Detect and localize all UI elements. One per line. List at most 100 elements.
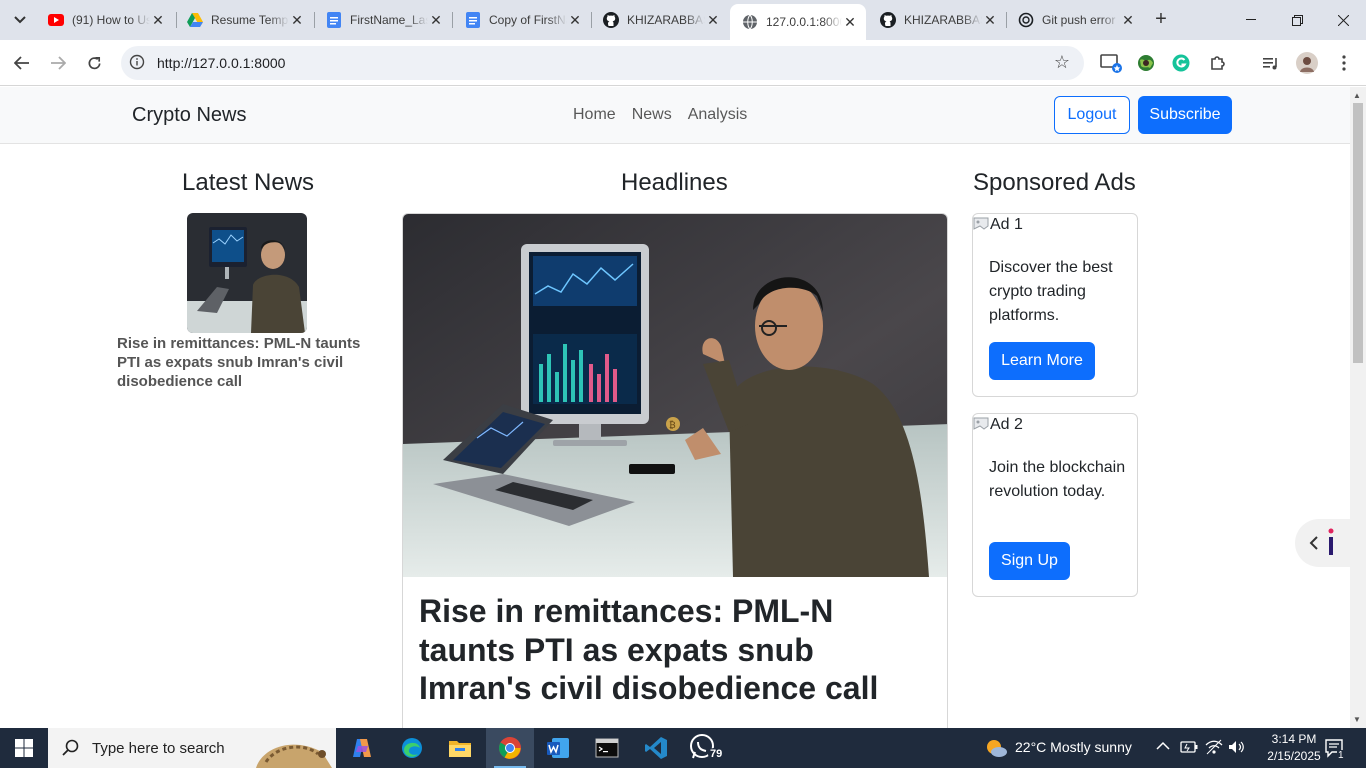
url-text[interactable]: http://127.0.0.1:8000 — [157, 55, 285, 71]
minimize-icon[interactable] — [1228, 0, 1274, 40]
search-highlight-image — [252, 728, 334, 768]
edge-icon[interactable] — [388, 728, 436, 768]
reload-icon[interactable] — [80, 49, 108, 77]
tab-close-icon[interactable]: ✕ — [1120, 12, 1136, 28]
ad-image-broken: Ad 1 — [973, 216, 1023, 234]
tab-close-icon[interactable]: ✕ — [428, 12, 444, 28]
taskbar-clock[interactable]: 3:14 PM 2/15/2025 — [1264, 731, 1324, 765]
taskbar-search-placeholder: Type here to search — [92, 739, 225, 757]
taskbar-search-box[interactable]: Type here to search — [48, 728, 336, 768]
restore-icon[interactable] — [1274, 0, 1320, 40]
terminal-icon[interactable] — [583, 728, 631, 768]
tab-title: (91) How to Use — [72, 13, 150, 27]
tab-close-icon[interactable]: ✕ — [289, 12, 305, 28]
globe-icon — [742, 14, 758, 30]
tab-title: FirstName_LastName — [350, 13, 428, 27]
tab-close-icon[interactable]: ✕ — [842, 14, 858, 30]
scroll-down-icon[interactable]: ▼ — [1353, 715, 1361, 724]
tab-github-1[interactable]: KHIZARABBAS ✕ — [591, 4, 729, 36]
github-icon — [603, 12, 619, 28]
clock-date: 2/15/2025 — [1267, 749, 1321, 763]
tab-close-icon[interactable]: ✕ — [150, 12, 166, 28]
grammarly-icon[interactable] — [1168, 50, 1194, 76]
extension-globe-icon[interactable] — [1133, 50, 1159, 76]
site-nav-links: Home News Analysis — [573, 106, 747, 124]
latest-news-thumbnail[interactable] — [187, 213, 307, 333]
search-icon — [62, 739, 80, 757]
ad-image-broken: Ad 2 — [973, 416, 1023, 434]
ad-alt-text: Ad 2 — [990, 416, 1023, 433]
media-controls-icon[interactable] — [1258, 50, 1284, 76]
site-info-icon[interactable] — [129, 54, 147, 72]
headline-card[interactable]: ₿ Rise in remittances: PML-N taunts PTI … — [402, 213, 948, 728]
profile-avatar[interactable] — [1294, 50, 1320, 76]
weather-icon — [984, 737, 1008, 764]
cast-icon[interactable] — [1098, 50, 1124, 76]
back-icon[interactable] — [8, 49, 36, 77]
google-docs-icon — [326, 12, 342, 28]
ad-card-1: Ad 1 Discover the best crypto trading pl… — [972, 213, 1138, 397]
side-panel-widget[interactable] — [1295, 519, 1350, 567]
page-scrollbar[interactable]: ▲ ▼ — [1350, 87, 1366, 728]
subscribe-button[interactable]: Subscribe — [1138, 96, 1232, 134]
network-icon[interactable] — [1205, 739, 1223, 760]
ad-alt-text: Ad 1 — [990, 216, 1023, 233]
tab-close-icon[interactable]: ✕ — [567, 12, 583, 28]
word-icon[interactable] — [534, 728, 582, 768]
logout-button[interactable]: Logout — [1054, 96, 1130, 134]
weather-text[interactable]: 22°C Mostly sunny — [1015, 739, 1132, 755]
latest-news-heading: Latest News — [182, 169, 315, 196]
tab-git-push[interactable]: Git push error ✕ — [1006, 4, 1144, 36]
sign-up-button[interactable]: Sign Up — [989, 542, 1070, 580]
tab-github-2[interactable]: KHIZARABBAS ✕ — [868, 4, 1006, 36]
google-docs-icon — [465, 12, 481, 28]
headline-title[interactable]: Rise in remittances: PML-N taunts PTI as… — [419, 592, 929, 708]
site-brand[interactable]: Crypto News — [132, 104, 246, 127]
battery-icon[interactable] — [1180, 740, 1198, 759]
extensions-puzzle-icon[interactable] — [1205, 50, 1231, 76]
latest-news-item-title[interactable]: Rise in remittances: PML-N taunts PTI as… — [117, 334, 377, 391]
headline-image: ₿ — [403, 214, 947, 577]
ad-description: Join the blockchain revolution today. — [989, 459, 1126, 500]
scroll-up-icon[interactable]: ▲ — [1353, 91, 1361, 100]
tray-chevron-up-icon[interactable] — [1156, 740, 1170, 754]
tab-copy-of-firstname[interactable]: Copy of FirstName ✕ — [453, 4, 591, 36]
youtube-icon — [48, 12, 64, 28]
whatsapp-icon[interactable]: 79 — [682, 728, 730, 768]
page-viewport: Crypto News Home News Analysis Logout Su… — [0, 87, 1350, 728]
file-explorer-icon[interactable] — [436, 728, 484, 768]
copilot-icon[interactable] — [338, 728, 386, 768]
broken-image-icon — [973, 217, 989, 230]
learn-more-button[interactable]: Learn More — [989, 342, 1095, 380]
tab-localhost[interactable]: 127.0.0.1:8000 ✕ — [730, 4, 866, 40]
svg-text:₿: ₿ — [669, 420, 676, 431]
vscode-icon[interactable] — [632, 728, 680, 768]
tab-youtube[interactable]: (91) How to Use ✕ — [36, 4, 174, 36]
scroll-thumb[interactable] — [1353, 103, 1363, 363]
chrome-menu-icon[interactable] — [1331, 50, 1357, 76]
windows-start-icon[interactable] — [0, 728, 48, 768]
clock-time: 3:14 PM — [1271, 732, 1317, 746]
tab-search-icon[interactable] — [6, 6, 34, 34]
tab-title: Copy of FirstName — [489, 13, 567, 27]
nav-link-analysis[interactable]: Analysis — [688, 106, 748, 124]
bookmark-star-icon[interactable]: ☆ — [1054, 52, 1070, 73]
tab-close-icon[interactable]: ✕ — [705, 12, 721, 28]
tab-title: KHIZARABBAS — [627, 13, 705, 27]
headlines-heading: Headlines — [621, 169, 728, 196]
tab-close-icon[interactable]: ✕ — [982, 12, 998, 28]
tab-resume[interactable]: Resume Templates ✕ — [175, 4, 313, 36]
volume-icon[interactable] — [1228, 739, 1246, 760]
site-navbar: Crypto News Home News Analysis Logout Su… — [0, 87, 1350, 144]
nav-link-news[interactable]: News — [632, 106, 672, 124]
close-window-icon[interactable] — [1320, 0, 1366, 40]
new-tab-button[interactable]: + — [1149, 8, 1173, 32]
address-bar[interactable]: http://127.0.0.1:8000 ☆ — [121, 46, 1084, 80]
google-drive-icon — [187, 12, 203, 28]
chrome-taskbar-icon[interactable] — [486, 728, 534, 768]
nav-link-home[interactable]: Home — [573, 106, 616, 124]
tab-title: Resume Templates — [211, 13, 289, 27]
forward-icon[interactable] — [44, 49, 72, 77]
tab-title: Git push error — [1042, 13, 1116, 27]
tab-firstname[interactable]: FirstName_LastName ✕ — [314, 4, 452, 36]
